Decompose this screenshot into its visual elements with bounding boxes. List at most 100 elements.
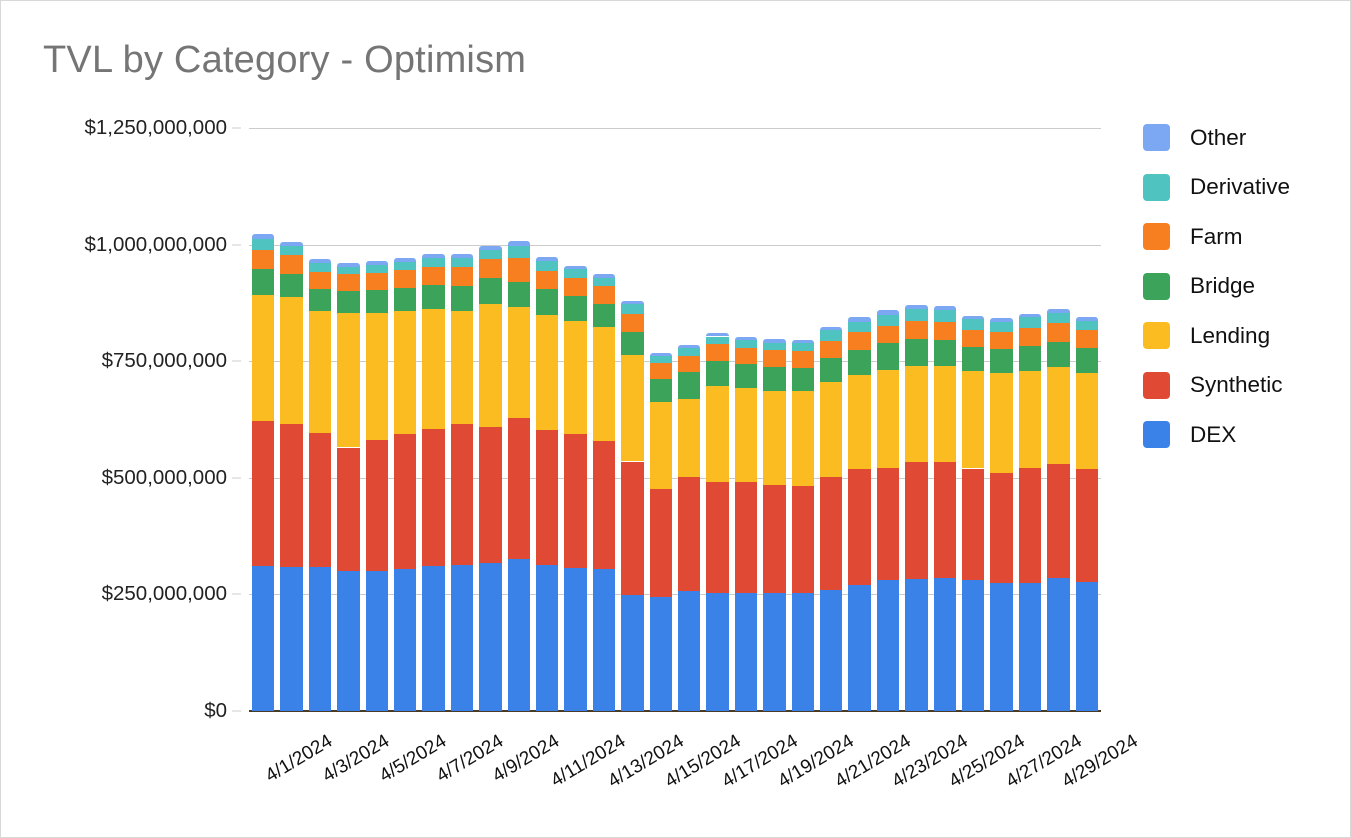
bar-stack[interactable] — [876, 128, 900, 711]
bar-segment-other[interactable] — [876, 310, 900, 315]
bar-segment-dex[interactable] — [649, 596, 672, 711]
bar-segment-farm[interactable] — [507, 257, 530, 282]
bar-segment-synthetic[interactable] — [621, 461, 644, 596]
legend-item-other[interactable]: Other — [1143, 113, 1343, 163]
bar-stack[interactable] — [592, 128, 616, 711]
bar-segment-synthetic[interactable] — [507, 418, 530, 560]
bar-segment-dex[interactable] — [621, 595, 644, 711]
bar-segment-derivative[interactable] — [621, 304, 644, 315]
bar-segment-dex[interactable] — [280, 567, 303, 711]
bar-stack[interactable] — [507, 128, 530, 711]
bar-segment-dex[interactable] — [507, 559, 530, 711]
bar-segment-derivative[interactable] — [422, 257, 445, 267]
bar-segment-farm[interactable] — [734, 347, 758, 364]
bar-segment-lending[interactable] — [1018, 371, 1042, 469]
bar-segment-farm[interactable] — [592, 286, 616, 304]
bar-segment-bridge[interactable] — [1047, 341, 1070, 367]
bar-segment-lending[interactable] — [479, 303, 502, 427]
bar-stack[interactable] — [252, 128, 275, 711]
bar-stack[interactable] — [820, 128, 843, 711]
bar-segment-derivative[interactable] — [252, 239, 275, 250]
bar-segment-bridge[interactable] — [422, 284, 445, 309]
bar-segment-derivative[interactable] — [990, 322, 1013, 333]
bar-segment-synthetic[interactable] — [252, 420, 275, 567]
bar-segment-other[interactable] — [252, 234, 275, 240]
bar-segment-farm[interactable] — [394, 270, 417, 288]
bar-segment-other[interactable] — [1047, 308, 1070, 314]
bar-segment-bridge[interactable] — [337, 290, 360, 314]
bar-segment-farm[interactable] — [252, 249, 275, 270]
bar-segment-synthetic[interactable] — [422, 428, 445, 567]
bar-segment-bridge[interactable] — [365, 290, 388, 313]
legend-item-farm[interactable]: Farm — [1143, 212, 1343, 262]
bar-segment-dex[interactable] — [1047, 578, 1070, 711]
bar-segment-lending[interactable] — [820, 381, 843, 477]
bar-segment-other[interactable] — [507, 240, 530, 246]
bar-segment-dex[interactable] — [962, 580, 985, 711]
bar-segment-dex[interactable] — [848, 585, 871, 711]
bar-segment-synthetic[interactable] — [791, 485, 814, 593]
bar-segment-derivative[interactable] — [734, 339, 758, 348]
bar-segment-derivative[interactable] — [450, 258, 474, 267]
legend-item-derivative[interactable]: Derivative — [1143, 163, 1343, 213]
bar-segment-lending[interactable] — [536, 314, 559, 430]
bar-segment-lending[interactable] — [1075, 372, 1098, 469]
bar-stack[interactable] — [990, 128, 1013, 711]
bar-segment-other[interactable] — [848, 317, 871, 322]
bar-segment-other[interactable] — [365, 260, 388, 265]
bar-segment-other[interactable] — [308, 259, 332, 263]
bar-segment-derivative[interactable] — [706, 336, 729, 345]
bar-segment-other[interactable] — [905, 304, 928, 309]
bar-segment-farm[interactable] — [422, 266, 445, 285]
bar-segment-lending[interactable] — [791, 391, 814, 486]
bar-segment-dex[interactable] — [706, 592, 729, 711]
bar-segment-farm[interactable] — [820, 340, 843, 358]
bar-segment-bridge[interactable] — [905, 339, 928, 366]
bar-segment-synthetic[interactable] — [1018, 468, 1042, 583]
bar-segment-farm[interactable] — [337, 273, 360, 291]
bar-segment-dex[interactable] — [365, 570, 388, 711]
bar-segment-farm[interactable] — [905, 321, 928, 340]
bar-stack[interactable] — [649, 128, 672, 711]
bar-segment-lending[interactable] — [962, 371, 985, 469]
bar-segment-lending[interactable] — [592, 326, 616, 442]
bar-segment-dex[interactable] — [536, 565, 559, 711]
bar-segment-lending[interactable] — [422, 308, 445, 429]
bar-segment-farm[interactable] — [450, 267, 474, 287]
bar-segment-farm[interactable] — [1075, 330, 1098, 349]
bar-segment-lending[interactable] — [706, 385, 729, 483]
bar-segment-other[interactable] — [394, 258, 417, 262]
bar-segment-bridge[interactable] — [564, 295, 587, 321]
bar-stack[interactable] — [536, 128, 559, 711]
bar-segment-bridge[interactable] — [820, 357, 843, 382]
bar-segment-dex[interactable] — [734, 593, 758, 711]
bar-stack[interactable] — [450, 128, 474, 711]
bar-segment-bridge[interactable] — [280, 273, 303, 297]
bar-segment-derivative[interactable] — [791, 343, 814, 351]
bar-segment-other[interactable] — [706, 333, 729, 337]
bar-segment-lending[interactable] — [933, 366, 956, 462]
bar-segment-derivative[interactable] — [337, 266, 360, 274]
bar-segment-synthetic[interactable] — [337, 447, 360, 572]
bar-segment-derivative[interactable] — [905, 308, 928, 322]
bar-segment-bridge[interactable] — [252, 269, 275, 295]
bar-segment-other[interactable] — [678, 344, 701, 349]
bar-segment-synthetic[interactable] — [365, 439, 388, 571]
bar-segment-synthetic[interactable] — [820, 476, 843, 591]
bar-segment-derivative[interactable] — [536, 261, 559, 271]
bar-segment-lending[interactable] — [252, 294, 275, 421]
bar-stack[interactable] — [422, 128, 445, 711]
bar-segment-dex[interactable] — [763, 593, 786, 711]
bar-segment-lending[interactable] — [905, 365, 928, 463]
bar-segment-other[interactable] — [649, 352, 672, 357]
bar-segment-farm[interactable] — [933, 322, 956, 341]
bar-segment-farm[interactable] — [848, 332, 871, 350]
bar-segment-derivative[interactable] — [1047, 313, 1070, 324]
bar-stack[interactable] — [365, 128, 388, 711]
bar-segment-synthetic[interactable] — [678, 476, 701, 591]
bar-segment-lending[interactable] — [621, 355, 644, 462]
bar-segment-other[interactable] — [820, 326, 843, 331]
bar-segment-derivative[interactable] — [848, 321, 871, 333]
bar-segment-derivative[interactable] — [1075, 320, 1098, 331]
bar-segment-other[interactable] — [734, 336, 758, 340]
